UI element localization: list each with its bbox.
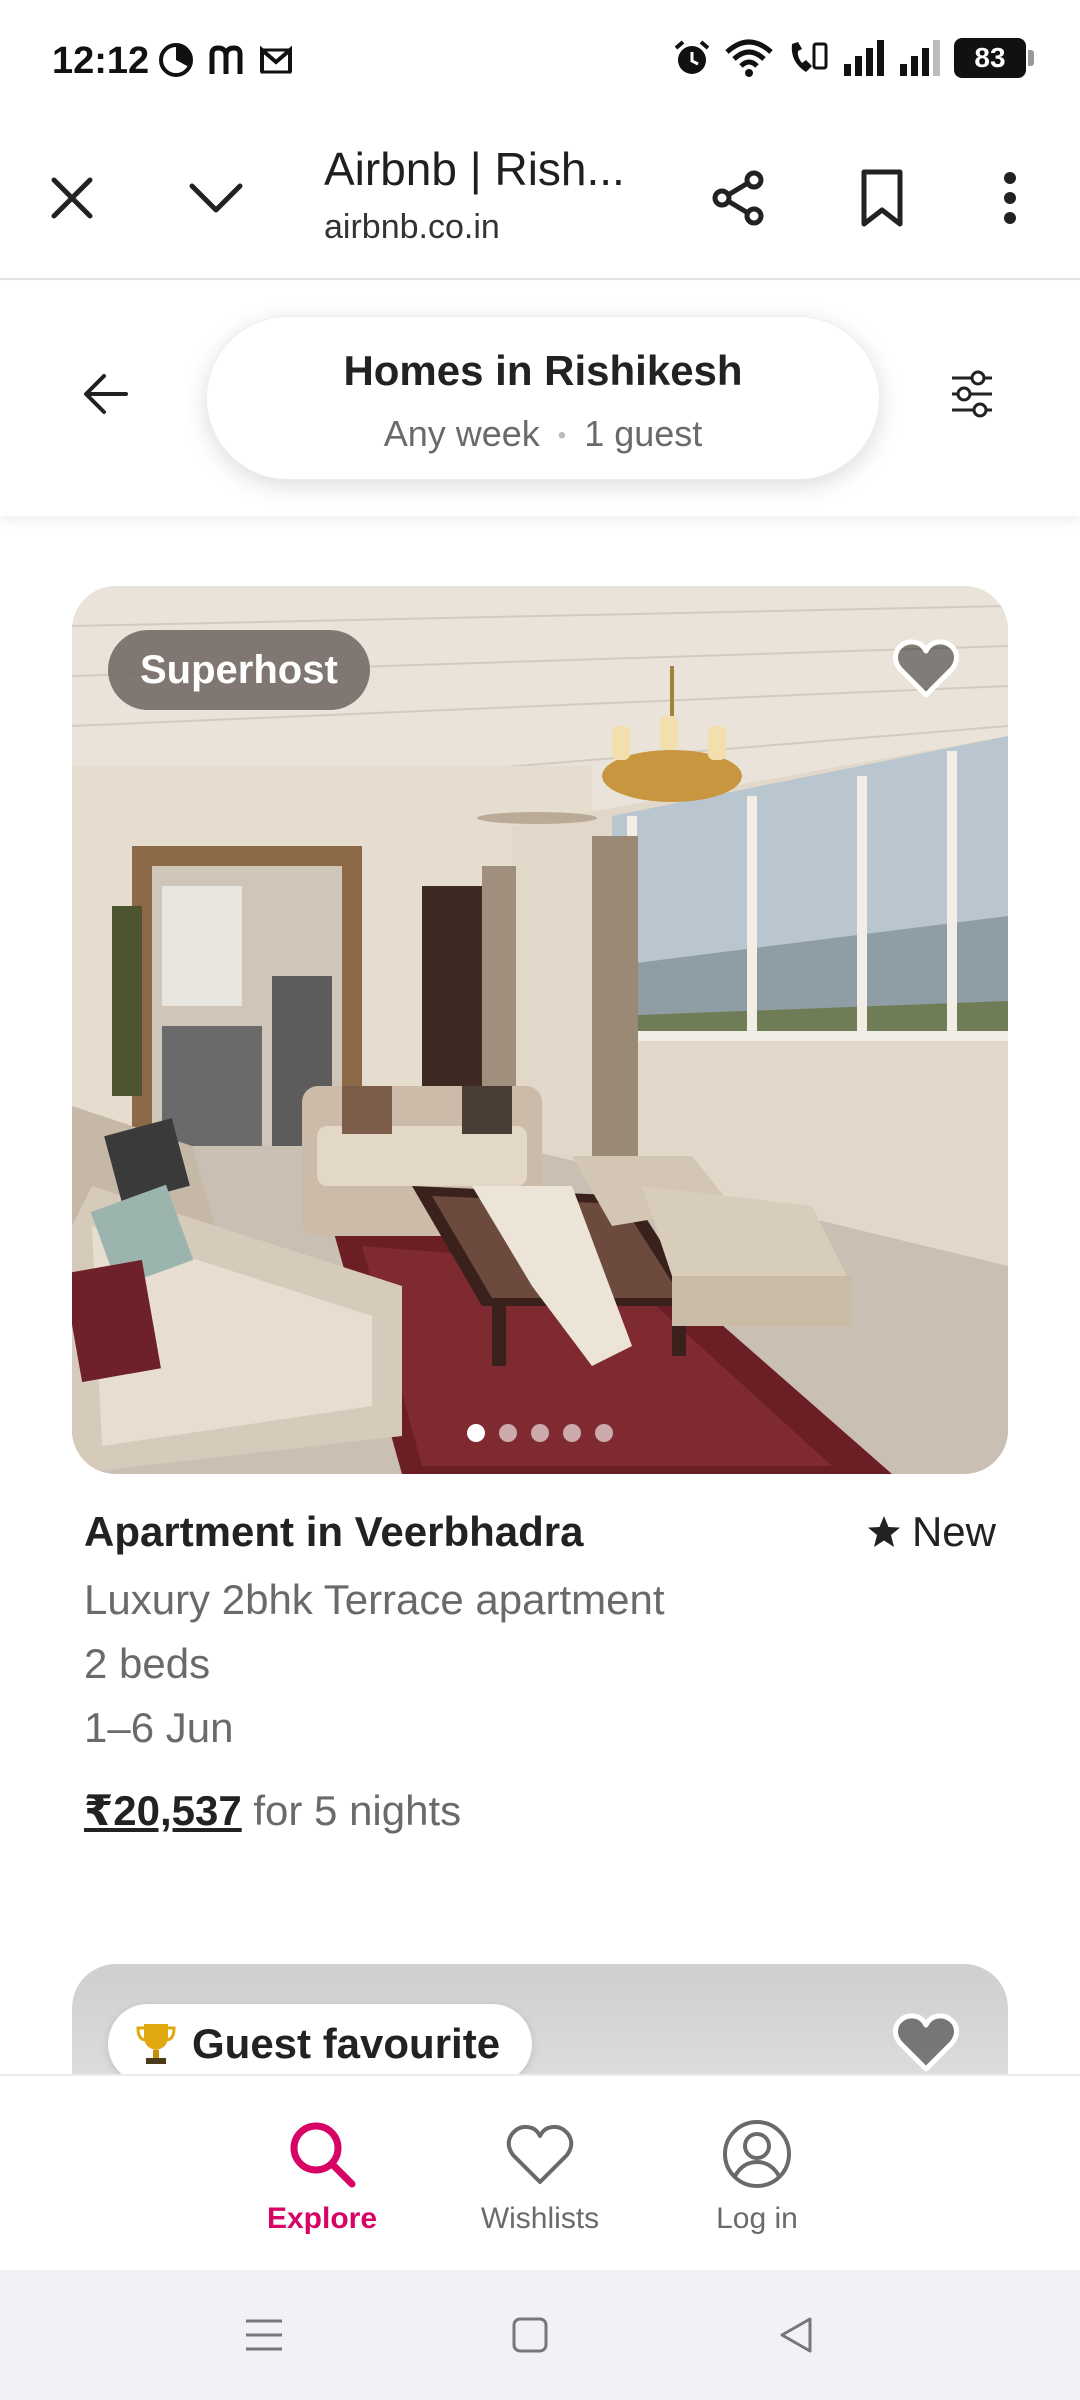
nav-login[interactable]: Log in [657, 2114, 857, 2236]
listing-photo[interactable]: Superhost [72, 586, 1008, 1474]
more-vert-icon [1004, 172, 1016, 224]
superhost-badge: Superhost [108, 630, 370, 710]
timer-icon [159, 43, 193, 77]
status-time: 12:12 [52, 40, 150, 82]
photo-dot [467, 1424, 485, 1442]
guest-favourite-label: Guest favourite [192, 2020, 501, 2067]
listing-rating: New [866, 1508, 996, 1556]
triangle-back-icon [780, 2317, 812, 2353]
star-icon [867, 1516, 900, 1547]
nav-explore-label: Explore [266, 2202, 378, 2235]
search-subtitle: Any week • 1 guest [207, 413, 879, 455]
guest-favourite-badge: Guest favourite [108, 2004, 533, 2084]
nav-wishlists[interactable]: Wishlists [440, 2114, 640, 2236]
more-options-button[interactable] [974, 162, 1046, 234]
photo-dot [595, 1424, 613, 1442]
minimize-button[interactable] [180, 162, 252, 234]
search-dates: Any week [383, 413, 540, 454]
nav-login-label: Log in [716, 2202, 798, 2235]
share-button[interactable] [702, 162, 774, 234]
arrow-left-icon [84, 374, 128, 414]
wishlist-heart-button[interactable] [888, 630, 964, 706]
bottom-navigation: Explore Wishlists Log in [0, 2074, 1080, 2270]
living-room-photo [72, 586, 1008, 1474]
system-status-icons: 83 [672, 38, 1034, 78]
gmail-icon [260, 45, 292, 74]
search-pill[interactable]: Homes in Rishikesh Any week • 1 guest [206, 316, 880, 480]
search-header: Homes in Rishikesh Any week • 1 guest [0, 282, 1080, 516]
nav-wishlists-label: Wishlists [480, 2202, 600, 2235]
back-button[interactable] [70, 358, 142, 430]
square-icon [512, 2317, 548, 2353]
photo-dot [499, 1424, 517, 1442]
nav-explore[interactable]: Explore [222, 2114, 422, 2236]
listing-price-line: ₹20,537 for 5 nights [84, 1786, 461, 1835]
search-guests: 1 guest [584, 413, 703, 454]
search-icon [290, 2122, 356, 2188]
notification-icons [158, 42, 294, 78]
photo-pagination-dots [72, 1424, 1008, 1442]
photo-dot [563, 1424, 581, 1442]
search-title: Homes in Rishikesh [343, 347, 743, 394]
filter-sliders-icon [952, 370, 992, 418]
bookmark-button[interactable] [846, 162, 918, 234]
system-navigation-bar [0, 2270, 1080, 2400]
browser-toolbar: Airbnb | Rish... airbnb.co.in [0, 126, 1080, 280]
separator-dot: • [557, 422, 567, 450]
close-icon [51, 177, 93, 219]
trophy-icon [136, 2024, 176, 2064]
battery-indicator: 83 [954, 38, 1034, 78]
alarm-icon [674, 40, 710, 74]
signal-icon-2 [900, 40, 940, 76]
close-tab-button[interactable] [36, 162, 108, 234]
system-back-button[interactable] [766, 2310, 826, 2360]
home-button[interactable] [500, 2310, 560, 2360]
next-wishlist-heart-button[interactable] [888, 2004, 964, 2080]
wifi-icon [725, 39, 773, 77]
filters-button[interactable] [936, 358, 1008, 430]
account-icon [723, 2120, 791, 2188]
heart-icon [892, 2013, 960, 2072]
rating-label: New [911, 1508, 996, 1555]
listing-dates: 1–6 Jun [84, 1704, 234, 1751]
heart-icon [892, 639, 960, 698]
signal-icon-1 [844, 40, 884, 76]
menu-lines-icon [246, 2319, 282, 2351]
listing-description: Luxury 2bhk Terrace apartment [84, 1576, 665, 1623]
page-title: Airbnb | Rish... [324, 143, 625, 195]
m-app-icon [209, 45, 243, 74]
bookmark-icon [861, 169, 903, 227]
photo-dot [531, 1424, 549, 1442]
chevron-down-icon [189, 183, 243, 213]
listing-price[interactable]: ₹20,537 [84, 1787, 242, 1834]
volte-call-icon [791, 42, 828, 72]
share-icon [712, 170, 764, 226]
price-suffix: for 5 nights [253, 1787, 462, 1834]
page-url: airbnb.co.in [324, 208, 500, 246]
listing-beds: 2 beds [84, 1640, 211, 1687]
recent-apps-button[interactable] [234, 2310, 294, 2360]
listing-title[interactable]: Apartment in Veerbhadra [84, 1508, 583, 1556]
heart-outline-icon [506, 2124, 574, 2184]
status-bar: 12:12 83 [0, 0, 1080, 126]
